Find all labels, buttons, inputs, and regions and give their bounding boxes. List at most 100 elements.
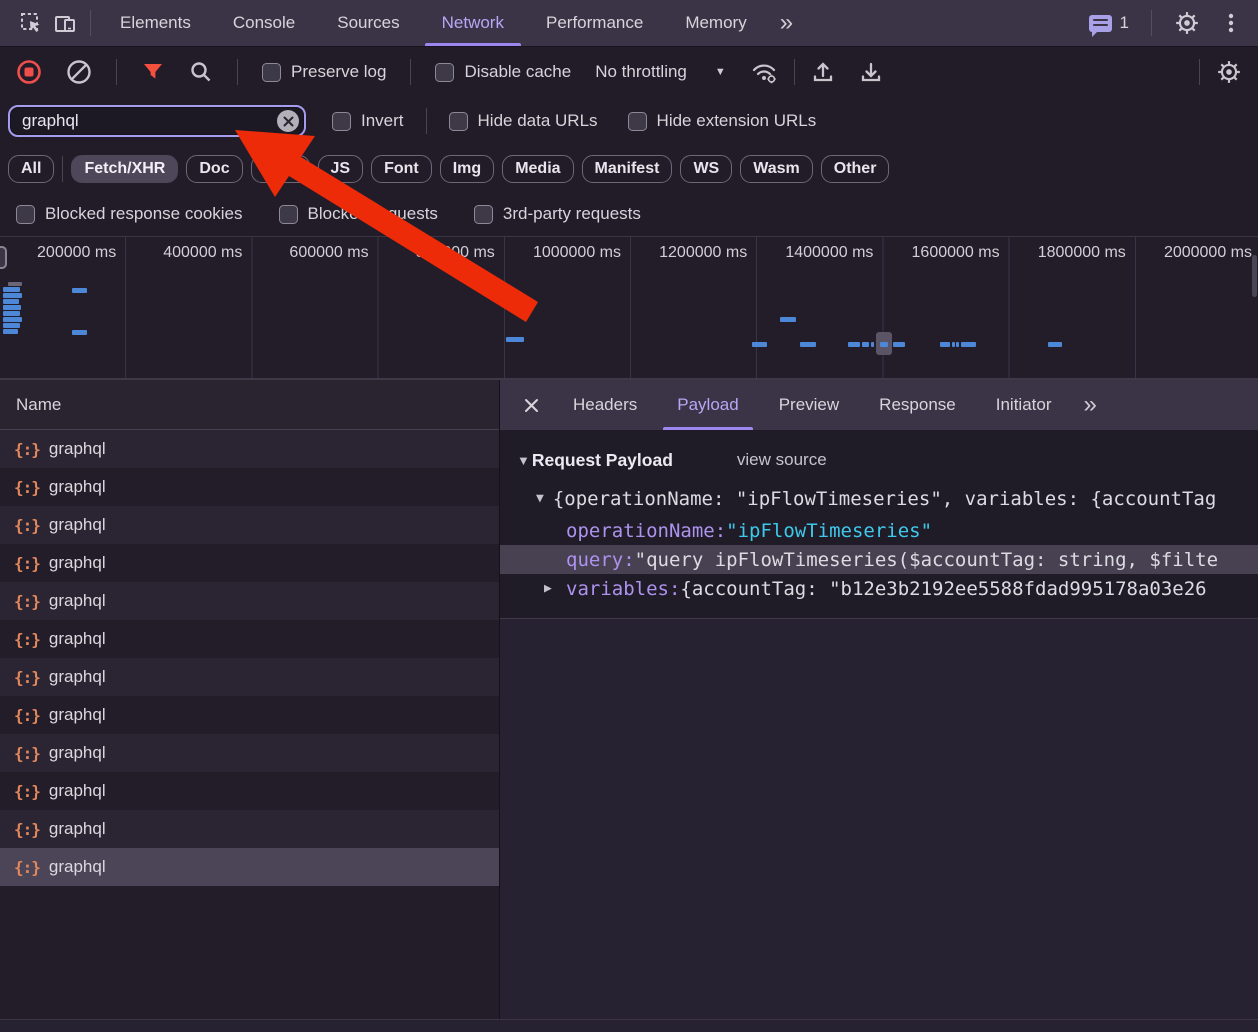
payload-row-query[interactable]: query: "query ipFlowTimeseries($accountT… bbox=[500, 545, 1258, 574]
invert-checkbox[interactable] bbox=[332, 112, 351, 131]
request-timing-bar[interactable] bbox=[3, 329, 18, 334]
issues-icon[interactable]: 1 bbox=[1089, 13, 1133, 33]
request-timing-bar[interactable] bbox=[3, 287, 20, 292]
tab-performance[interactable]: Performance bbox=[525, 0, 664, 46]
view-source-link[interactable]: view source bbox=[737, 450, 827, 470]
tab-sources[interactable]: Sources bbox=[316, 0, 420, 46]
disable-cache-toggle[interactable]: Disable cache bbox=[435, 62, 571, 82]
clear-button[interactable] bbox=[66, 59, 92, 85]
request-timing-bar[interactable] bbox=[72, 288, 87, 293]
details-tab-headers[interactable]: Headers bbox=[553, 380, 657, 430]
table-row[interactable]: {:}graphql bbox=[0, 772, 499, 810]
search-icon[interactable] bbox=[189, 60, 213, 84]
hide-extension-urls-toggle[interactable]: Hide extension URLs bbox=[628, 111, 817, 131]
table-row[interactable]: {:}graphql bbox=[0, 658, 499, 696]
table-row[interactable]: {:}graphql bbox=[0, 544, 499, 582]
request-timing-bar[interactable] bbox=[752, 342, 767, 347]
request-timing-bar[interactable] bbox=[3, 305, 21, 310]
request-timing-bar[interactable] bbox=[871, 342, 874, 347]
timeline-left-handle[interactable] bbox=[0, 246, 7, 269]
more-panels-icon[interactable]: » bbox=[768, 11, 805, 35]
timeline-scrollbar-fragment[interactable] bbox=[1252, 255, 1257, 297]
request-timing-bar[interactable] bbox=[940, 342, 950, 347]
request-timing-bar[interactable] bbox=[893, 342, 905, 347]
table-row[interactable]: {:}graphql bbox=[0, 582, 499, 620]
details-tab-payload[interactable]: Payload bbox=[657, 380, 758, 430]
details-tab-preview[interactable]: Preview bbox=[759, 380, 859, 430]
payload-preview-line[interactable]: ▼ {operationName: "ipFlowTimeseries", va… bbox=[536, 485, 1258, 512]
table-row[interactable]: {:}graphql bbox=[0, 620, 499, 658]
collapse-triangle-icon[interactable]: ▼ bbox=[536, 491, 544, 506]
tab-memory[interactable]: Memory bbox=[664, 0, 767, 46]
type-filter-media[interactable]: Media bbox=[502, 155, 573, 183]
request-timing-bar[interactable] bbox=[862, 342, 869, 347]
preserve-log-toggle[interactable]: Preserve log bbox=[262, 62, 386, 82]
throttling-select[interactable]: No throttling ▼ bbox=[595, 62, 726, 82]
clear-filter-icon[interactable] bbox=[277, 110, 299, 132]
hide-extension-urls-checkbox[interactable] bbox=[628, 112, 647, 131]
preserve-log-checkbox[interactable] bbox=[262, 63, 281, 82]
bottom-scrollbar-strip[interactable] bbox=[0, 1019, 1258, 1032]
filter-text-input[interactable]: graphql bbox=[8, 105, 306, 137]
table-row[interactable]: {:}graphql bbox=[0, 468, 499, 506]
request-timing-bar[interactable] bbox=[3, 317, 22, 322]
type-filter-all[interactable]: All bbox=[8, 155, 54, 183]
request-timing-bar[interactable] bbox=[800, 342, 816, 347]
request-timing-bar[interactable] bbox=[3, 311, 20, 316]
payload-row-operationName[interactable]: operationName: "ipFlowTimeseries" bbox=[500, 516, 1258, 545]
checkbox-icon[interactable] bbox=[474, 205, 493, 224]
network-overview-timeline[interactable]: 200000 ms400000 ms600000 ms800000 ms1000… bbox=[0, 236, 1258, 380]
request-timing-bar[interactable] bbox=[3, 293, 22, 298]
more-details-tabs-icon[interactable]: » bbox=[1071, 380, 1108, 430]
blocked-response-cookies-toggle[interactable]: Blocked response cookies bbox=[16, 204, 243, 224]
request-timing-bar[interactable] bbox=[952, 342, 955, 347]
table-row[interactable]: {:}graphql bbox=[0, 848, 499, 886]
record-button[interactable] bbox=[16, 59, 42, 85]
type-filter-js[interactable]: JS bbox=[318, 155, 364, 183]
device-toolbar-icon[interactable] bbox=[48, 6, 82, 40]
import-har-icon[interactable] bbox=[811, 60, 835, 84]
hide-data-urls-checkbox[interactable] bbox=[449, 112, 468, 131]
tab-elements[interactable]: Elements bbox=[99, 0, 212, 46]
invert-toggle[interactable]: Invert bbox=[332, 111, 404, 131]
request-timing-bar[interactable] bbox=[3, 299, 19, 304]
export-har-icon[interactable] bbox=[859, 60, 883, 84]
kebab-menu-icon[interactable] bbox=[1214, 6, 1248, 40]
table-row[interactable]: {:}graphql bbox=[0, 696, 499, 734]
type-filter-manifest[interactable]: Manifest bbox=[582, 155, 673, 183]
tab-console[interactable]: Console bbox=[212, 0, 316, 46]
type-filter-img[interactable]: Img bbox=[440, 155, 494, 183]
table-row[interactable]: {:}graphql bbox=[0, 810, 499, 848]
request-timing-bar[interactable] bbox=[72, 330, 87, 335]
filter-toggle-icon[interactable] bbox=[141, 60, 165, 84]
type-filter-other[interactable]: Other bbox=[821, 155, 890, 183]
3rd-party-requests-toggle[interactable]: 3rd-party requests bbox=[474, 204, 641, 224]
type-filter-doc[interactable]: Doc bbox=[186, 155, 242, 183]
request-timing-bar[interactable] bbox=[961, 342, 976, 347]
blocked-requests-toggle[interactable]: Blocked requests bbox=[279, 204, 438, 224]
request-timing-bar[interactable] bbox=[1048, 342, 1062, 347]
request-timing-bar[interactable] bbox=[8, 282, 22, 286]
type-filter-font[interactable]: Font bbox=[371, 155, 432, 183]
collapse-triangle-icon[interactable]: ▼ bbox=[517, 453, 530, 468]
request-timing-bar[interactable] bbox=[880, 342, 888, 347]
checkbox-icon[interactable] bbox=[16, 205, 35, 224]
network-settings-gear-icon[interactable] bbox=[1216, 59, 1242, 85]
request-timing-bar[interactable] bbox=[3, 323, 20, 328]
request-timing-bar[interactable] bbox=[956, 342, 959, 347]
request-timing-bar[interactable] bbox=[506, 337, 524, 342]
disable-cache-checkbox[interactable] bbox=[435, 63, 454, 82]
name-column-header[interactable]: Name bbox=[0, 380, 499, 430]
details-tab-initiator[interactable]: Initiator bbox=[976, 380, 1072, 430]
table-row[interactable]: {:}graphql bbox=[0, 506, 499, 544]
expand-triangle-icon[interactable]: ▶ bbox=[544, 581, 552, 596]
type-filter-wasm[interactable]: Wasm bbox=[740, 155, 813, 183]
payload-row-variables[interactable]: ▶variables: {accountTag: "b12e3b2192ee55… bbox=[500, 574, 1258, 603]
close-details-button[interactable] bbox=[510, 380, 553, 430]
hide-data-urls-toggle[interactable]: Hide data URLs bbox=[449, 111, 598, 131]
tab-network[interactable]: Network bbox=[421, 0, 525, 46]
network-conditions-icon[interactable] bbox=[750, 59, 778, 85]
checkbox-icon[interactable] bbox=[279, 205, 298, 224]
type-filter-css[interactable]: CSS bbox=[251, 155, 310, 183]
table-row[interactable]: {:}graphql bbox=[0, 430, 499, 468]
